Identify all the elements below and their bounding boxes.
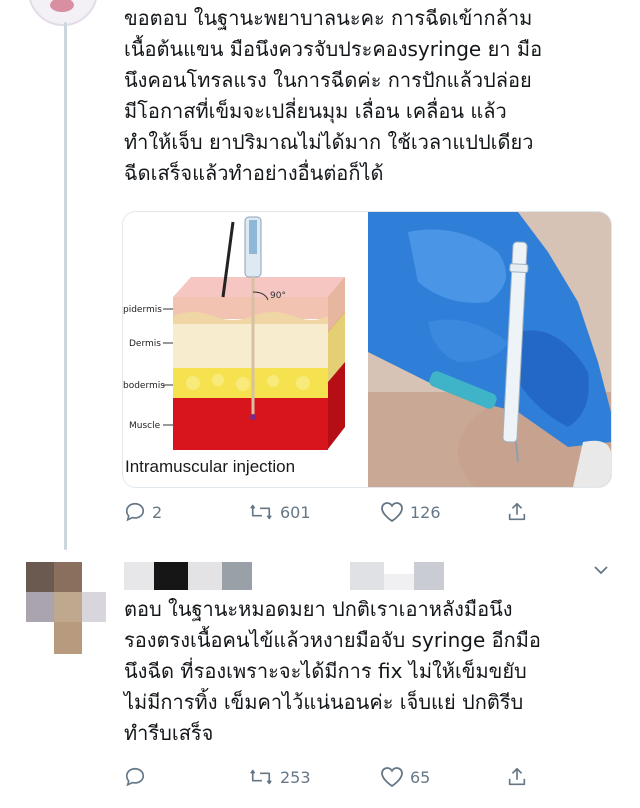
layer-label: pidermis xyxy=(123,305,162,315)
retweet-count: 601 xyxy=(280,502,311,522)
reply-icon xyxy=(124,501,146,523)
reply-icon xyxy=(124,766,146,788)
angle-label: 90° xyxy=(270,291,286,301)
muscle-layer xyxy=(173,398,328,450)
heart-icon xyxy=(380,766,404,788)
retweet-icon xyxy=(248,501,274,523)
retweet-icon xyxy=(248,766,274,788)
avatar[interactable] xyxy=(26,562,106,654)
like-button[interactable]: 65 xyxy=(380,766,430,788)
tweet-text: ขอตอบ ในฐานะพยาบาลนะคะ การฉีดเข้ากล้าม เ… xyxy=(124,6,543,185)
injection-diagram-image[interactable]: 90° pidermis Dermis bodermis Muscle Intr… xyxy=(123,212,366,487)
retweet-button[interactable]: 601 xyxy=(248,501,311,523)
more-options-button[interactable] xyxy=(592,562,610,581)
dermis-layer xyxy=(173,324,328,368)
skin-layers-diagram: 90° pidermis Dermis bodermis Muscle Intr… xyxy=(123,216,345,476)
share-button[interactable] xyxy=(506,501,528,523)
reply-button[interactable] xyxy=(124,766,152,788)
diagram-caption: Intramuscular injection xyxy=(125,457,295,476)
layer-label: Dermis xyxy=(129,339,161,349)
retweet-button[interactable]: 253 xyxy=(248,766,311,788)
like-button[interactable]: 126 xyxy=(380,501,441,523)
tweet-actions: 2 601 126 xyxy=(124,501,544,527)
tweet-text: ตอบ ในฐานะหมอดมยา ปกติเราเอาหลังมือนึง ร… xyxy=(124,597,541,745)
reply-button[interactable]: 2 xyxy=(124,501,162,523)
layer-label: bodermis xyxy=(123,381,165,391)
share-icon xyxy=(506,501,528,523)
reply-count: 2 xyxy=(152,502,163,522)
tweet-actions: 253 65 xyxy=(124,766,544,792)
heart-icon xyxy=(380,501,404,523)
tweet-media[interactable]: 90° pidermis Dermis bodermis Muscle Intr… xyxy=(122,211,612,488)
thread-connector-line xyxy=(64,22,67,550)
share-button[interactable] xyxy=(506,766,528,788)
like-count: 126 xyxy=(410,502,441,522)
retweet-count: 253 xyxy=(280,767,311,787)
share-icon xyxy=(506,766,528,788)
author-name-redacted xyxy=(124,562,444,592)
chevron-down-icon xyxy=(592,562,610,581)
like-count: 65 xyxy=(410,767,431,787)
injection-photo-image[interactable] xyxy=(368,212,611,487)
layer-label: Muscle xyxy=(129,421,161,431)
gloved-hands-photo xyxy=(368,212,611,487)
avatar[interactable] xyxy=(28,0,98,26)
